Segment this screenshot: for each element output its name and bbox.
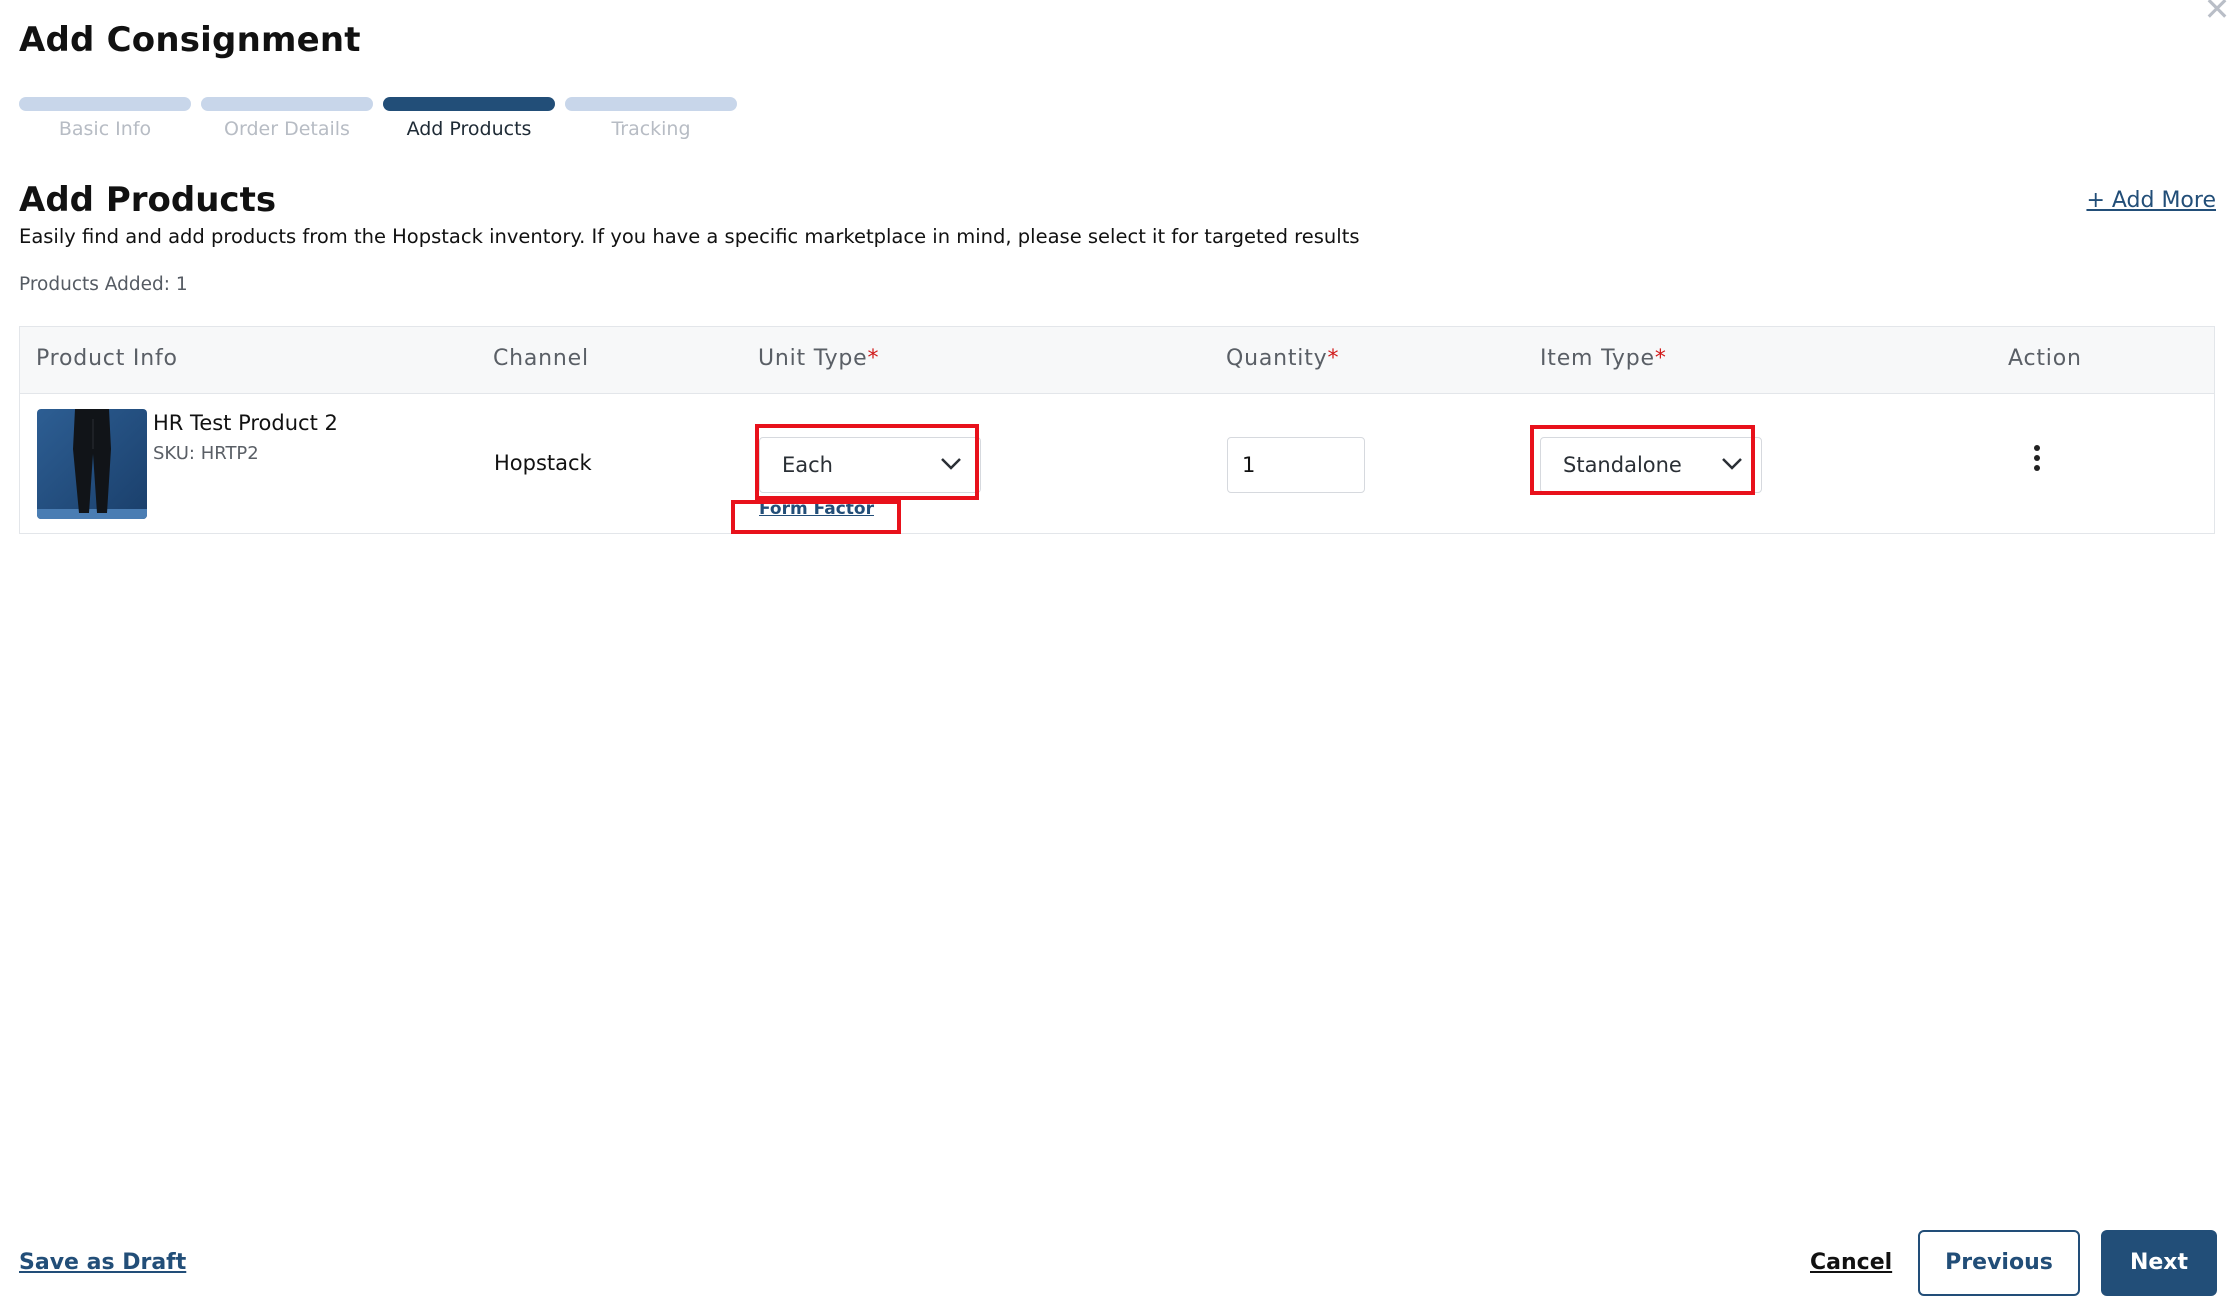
- products-table: Product Info Channel Unit Type* Quantity…: [19, 326, 2215, 534]
- products-added-count: Products Added: 1: [19, 274, 188, 295]
- kebab-menu-icon[interactable]: [2030, 445, 2044, 475]
- header-unit-type: Unit Type*: [758, 346, 880, 371]
- required-mark: *: [867, 346, 880, 371]
- page-title: Add Consignment: [19, 20, 361, 60]
- step-bar-tracking[interactable]: [565, 97, 737, 111]
- header-channel: Channel: [493, 346, 589, 371]
- step-label-add-products[interactable]: Add Products: [383, 118, 555, 140]
- step-label-tracking[interactable]: Tracking: [565, 118, 737, 140]
- cancel-link[interactable]: Cancel: [1810, 1250, 1892, 1275]
- unit-type-value: Each: [782, 453, 833, 477]
- required-mark: *: [1654, 346, 1667, 371]
- section-title: Add Products: [19, 180, 277, 220]
- save-as-draft-link[interactable]: Save as Draft: [19, 1250, 186, 1275]
- product-sku: SKU: HRTP2: [153, 443, 259, 464]
- product-channel: Hopstack: [494, 451, 592, 475]
- header-item-type: Item Type*: [1540, 346, 1667, 371]
- product-name[interactable]: HR Test Product 2: [153, 411, 338, 435]
- item-type-select[interactable]: Standalone: [1540, 437, 1762, 493]
- quantity-input[interactable]: [1227, 437, 1365, 493]
- step-label-order-details[interactable]: Order Details: [201, 118, 373, 140]
- add-more-link[interactable]: + Add More: [2086, 188, 2216, 213]
- header-action: Action: [2008, 346, 2082, 371]
- item-type-value: Standalone: [1563, 453, 1682, 477]
- previous-button[interactable]: Previous: [1918, 1230, 2080, 1296]
- close-icon[interactable]: ✕: [2202, 0, 2232, 25]
- step-bar-add-products[interactable]: [383, 97, 555, 111]
- next-button[interactable]: Next: [2101, 1230, 2217, 1296]
- product-thumbnail: [37, 409, 147, 519]
- table-header: Product Info Channel Unit Type* Quantity…: [20, 327, 2214, 394]
- form-factor-link[interactable]: Form Factor: [759, 499, 874, 519]
- header-product-info: Product Info: [36, 346, 178, 371]
- section-description: Easily find and add products from the Ho…: [19, 225, 1360, 248]
- required-mark: *: [1327, 346, 1340, 371]
- step-bar-order-details[interactable]: [201, 97, 373, 111]
- header-quantity: Quantity*: [1226, 346, 1340, 371]
- chevron-down-icon: [941, 458, 961, 470]
- step-label-basic-info[interactable]: Basic Info: [19, 118, 191, 140]
- chevron-down-icon: [1722, 458, 1742, 470]
- step-bar-basic-info[interactable]: [19, 97, 191, 111]
- unit-type-select[interactable]: Each: [759, 437, 981, 493]
